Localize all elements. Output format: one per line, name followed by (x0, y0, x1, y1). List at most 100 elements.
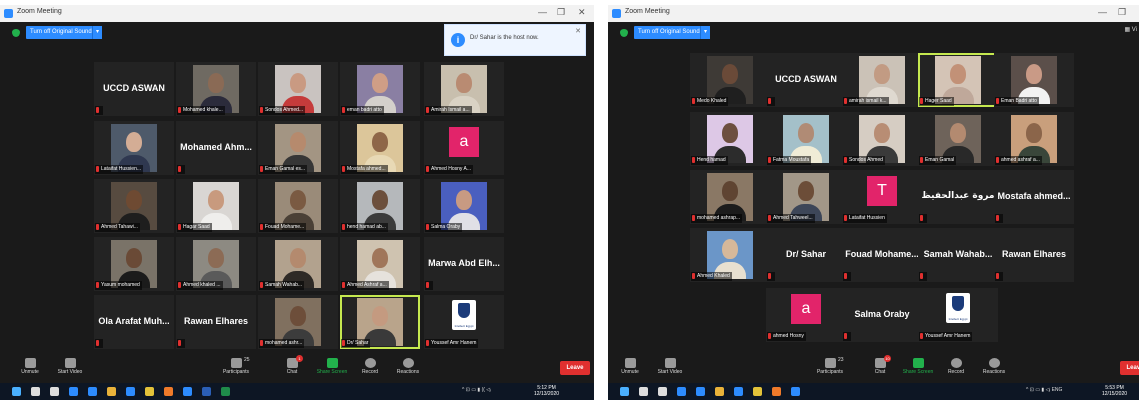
start-icon[interactable] (620, 387, 629, 396)
sound-options-chevron-icon[interactable]: ▾ (92, 26, 102, 39)
participant-tile[interactable]: Salma Oraby (424, 179, 504, 233)
participant-tile[interactable]: Ola Arafat Muh... (94, 295, 174, 349)
original-sound-button[interactable]: Turn off Original Sound (26, 26, 96, 39)
participant-tile[interactable]: Rawan Elhares (176, 295, 256, 349)
participant-label: Salma Oraby (425, 223, 463, 232)
participant-tile[interactable]: Eman Gamal es... (258, 121, 338, 175)
leave-button[interactable]: Leave (560, 361, 590, 375)
original-sound-button[interactable]: Turn off Original Sound (634, 26, 704, 39)
mail-icon[interactable] (696, 387, 705, 396)
participant-tile[interactable]: ahmed ashraf a... (994, 112, 1074, 166)
maximize-button[interactable]: ❐ (1118, 7, 1126, 18)
participant-tile[interactable]: Fouad Mohame... (842, 228, 922, 282)
chat-button[interactable]: Chat (270, 356, 314, 382)
participant-tile[interactable]: Mostafa ahmed... (994, 170, 1074, 224)
search-icon[interactable] (31, 387, 40, 396)
participant-tile[interactable]: mohamed ashrap... (690, 170, 770, 224)
file-explorer-icon[interactable] (715, 387, 724, 396)
participant-tile[interactable]: Samah Wahab... (258, 237, 338, 291)
unmute-button[interactable]: Unmute (8, 356, 52, 382)
participant-tile[interactable]: Medo Khaled (690, 53, 770, 107)
participant-tile[interactable]: Eman Gamal (918, 112, 998, 166)
close-button[interactable]: ✕ (578, 7, 586, 18)
participant-tile[interactable]: Yasum mohamed (94, 237, 174, 291)
minimize-button[interactable]: — (538, 7, 547, 17)
participant-head (798, 123, 814, 143)
participant-tile[interactable]: Ahmed Tahweel... (766, 170, 846, 224)
taskbar-clock[interactable]: 5:53 PM 12/15/2020 (1102, 385, 1127, 397)
participant-tile[interactable]: Ahmed Khaled (690, 228, 770, 282)
participant-tile[interactable]: Intellect Egypt Youssef Amr Hanem (918, 288, 998, 342)
participant-tile[interactable]: UCCD ASWAN (766, 53, 846, 107)
participant-tile[interactable]: Ahmed khaled ... (176, 237, 256, 291)
participant-tile[interactable]: Mohamed khale... (176, 62, 256, 116)
search-icon[interactable] (639, 387, 648, 396)
participant-head (208, 73, 224, 93)
start-icon[interactable] (12, 387, 21, 396)
mail-icon[interactable] (88, 387, 97, 396)
participant-tile[interactable]: hend hamad ab... (340, 179, 420, 233)
participant-tile[interactable]: Amirah Ismail a... (424, 62, 504, 116)
participant-tile[interactable]: mohamed ashr... (258, 295, 338, 349)
sound-options-chevron-icon[interactable]: ▾ (700, 26, 710, 39)
participant-tile[interactable]: eman badri atto (340, 62, 420, 116)
word-icon[interactable] (202, 387, 211, 396)
participant-tile[interactable]: Fatma Moustafa (766, 112, 846, 166)
participant-tile[interactable]: Fouad Mohame... (258, 179, 338, 233)
participant-tile[interactable]: Lataifat Hussien... (94, 121, 174, 175)
task-view-icon[interactable] (50, 387, 59, 396)
edge-icon[interactable] (734, 387, 743, 396)
participant-tile[interactable]: Ahmed Ashraf a... (340, 237, 420, 291)
task-view-icon[interactable] (658, 387, 667, 396)
store-icon[interactable] (69, 387, 78, 396)
unmute-button[interactable]: Unmute (608, 356, 652, 382)
participant-tile[interactable]: Hager Saad (918, 53, 998, 107)
chrome-icon[interactable] (753, 387, 762, 396)
participant-tile[interactable]: Dr/ Sahar (340, 295, 420, 349)
participant-tile[interactable]: مروة عبدالحفيظ (918, 170, 998, 224)
zoom-taskbar-icon[interactable] (791, 387, 800, 396)
start-video-button[interactable]: Start Video (648, 356, 692, 382)
participant-tile[interactable]: T Lataifat Hussien (842, 170, 922, 224)
participants-button[interactable]: Participants (214, 356, 258, 382)
maximize-button[interactable]: ❐ (557, 7, 565, 18)
chrome-icon[interactable] (145, 387, 154, 396)
system-tray[interactable]: ^ ⊡ ▭ ▮ ◁ᵢ ENG (1026, 387, 1062, 393)
zoom-taskbar-icon[interactable] (183, 387, 192, 396)
firefox-icon[interactable] (772, 387, 781, 396)
participant-tile[interactable]: Mostafa ahmed... (340, 121, 420, 175)
participant-tile[interactable]: Eman Badri atto (994, 53, 1074, 107)
participant-tile[interactable]: Mohamed Ahm... (176, 121, 256, 175)
participant-tile[interactable]: Ahmed Tahawi... (94, 179, 174, 233)
participant-tile[interactable]: amirah ismail k... (842, 53, 922, 107)
start-video-button[interactable]: Start Video (48, 356, 92, 382)
participant-tile[interactable]: Rawan Elhares (994, 228, 1074, 282)
participant-tile[interactable]: Samah Wahab... (918, 228, 998, 282)
system-tray[interactable]: ^ ⊡ ▭ ▮ (( ◁ᵢ (462, 387, 491, 393)
participant-tile[interactable]: Hend hamad (690, 112, 770, 166)
meeting-toolbar: Unmute Start Video Participants Chat Share S… (0, 355, 594, 383)
participant-tile[interactable]: Hagar Saad (176, 179, 256, 233)
participant-tile[interactable]: Intellect Egypt Youssef Amr Hanem (424, 295, 504, 349)
participants-button[interactable]: Participants (808, 356, 852, 382)
participant-tile[interactable]: Sondos Ahmed (842, 112, 922, 166)
participant-tile[interactable]: a ahmed Hosny (766, 288, 846, 342)
participant-tile[interactable]: Sondos Ahmed... (258, 62, 338, 116)
participant-tile[interactable]: a Ahmed Hosny A... (424, 121, 504, 175)
reactions-button[interactable]: Reactions (386, 356, 430, 382)
file-explorer-icon[interactable] (107, 387, 116, 396)
participant-tile[interactable]: Marwa Abd Elh... (424, 237, 504, 291)
participant-tile[interactable]: UCCD ASWAN (94, 62, 174, 116)
close-icon[interactable]: ✕ (575, 27, 581, 35)
excel-icon[interactable] (221, 387, 230, 396)
participant-tile[interactable]: Dr/ Sahar (766, 228, 846, 282)
leave-button[interactable]: Leave (1120, 361, 1139, 375)
taskbar-clock[interactable]: 5:12 PM 12/13/2020 (534, 385, 559, 397)
reactions-button[interactable]: Reactions (972, 356, 1016, 382)
store-icon[interactable] (677, 387, 686, 396)
view-button[interactable]: ▦ Vi (1124, 26, 1137, 33)
minimize-button[interactable]: — (1098, 7, 1107, 17)
participant-tile[interactable]: Salma Oraby (842, 288, 922, 342)
edge-icon[interactable] (126, 387, 135, 396)
firefox-icon[interactable] (164, 387, 173, 396)
